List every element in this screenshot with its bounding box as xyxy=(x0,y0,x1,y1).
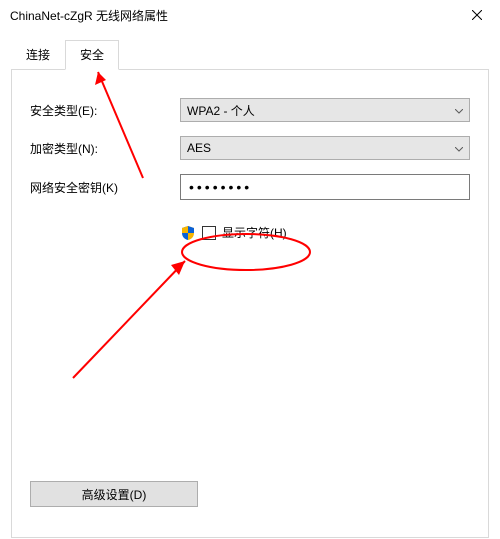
label-security-type: 安全类型(E): xyxy=(30,102,180,119)
tab-security[interactable]: 安全 xyxy=(65,40,119,70)
client-area: 连接 安全 安全类型(E): WPA2 - 个人 加密类型(N): AES 网络… xyxy=(11,40,489,535)
combo-encryption-type[interactable]: AES xyxy=(180,136,470,160)
tab-strip: 连接 安全 xyxy=(11,40,489,70)
advanced-settings-button[interactable]: 高级设置(D) xyxy=(30,481,198,507)
label-network-key: 网络安全密钥(K) xyxy=(30,179,180,196)
window-title: ChinaNet-cZgR 无线网络属性 xyxy=(10,7,454,24)
label-encryption-type: 加密类型(N): xyxy=(30,140,180,157)
combo-encryption-type-value: AES xyxy=(187,141,463,155)
titlebar: ChinaNet-cZgR 无线网络属性 xyxy=(0,0,500,30)
row-network-key: 网络安全密钥(K) xyxy=(30,174,470,200)
tab-connection[interactable]: 连接 xyxy=(11,40,65,70)
chevron-down-icon xyxy=(455,103,463,117)
row-show-characters: 显示字符(H) xyxy=(180,224,470,241)
combo-security-type[interactable]: WPA2 - 个人 xyxy=(180,98,470,122)
close-button[interactable] xyxy=(454,0,500,30)
checkbox-show-characters[interactable] xyxy=(202,226,216,240)
close-icon xyxy=(472,10,482,20)
row-security-type: 安全类型(E): WPA2 - 个人 xyxy=(30,98,470,122)
tab-panel-security: 安全类型(E): WPA2 - 个人 加密类型(N): AES 网络安全密钥(K… xyxy=(11,69,489,538)
shield-icon xyxy=(180,225,196,241)
row-encryption-type: 加密类型(N): AES xyxy=(30,136,470,160)
combo-security-type-value: WPA2 - 个人 xyxy=(187,102,463,119)
input-network-key[interactable] xyxy=(180,174,470,200)
label-show-characters: 显示字符(H) xyxy=(222,224,287,241)
chevron-down-icon xyxy=(455,141,463,155)
